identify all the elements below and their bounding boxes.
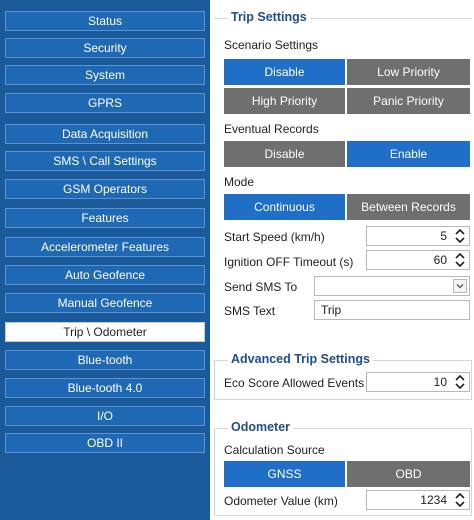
eventual-disable-button[interactable]: Disable (224, 141, 345, 167)
send-sms-to-select[interactable] (314, 276, 470, 296)
sidebar-item-system[interactable]: System (5, 65, 205, 85)
up-down-arrows-icon[interactable] (455, 374, 465, 390)
sidebar-item-trip-odometer[interactable]: Trip \ Odometer (5, 322, 205, 342)
settings-panel: Trip Settings Scenario Settings Disable … (212, 0, 474, 520)
sidebar-item-blue-tooth[interactable]: Blue-tooth (5, 350, 205, 370)
start-speed-input[interactable]: 5 (366, 226, 470, 246)
sidebar-item-gsm-operators[interactable]: GSM Operators (5, 179, 205, 199)
mode-continuous-button[interactable]: Continuous (224, 194, 345, 220)
eventual-records-label: Eventual Records (224, 122, 319, 136)
eco-score-allowed-events-value: 10 (433, 375, 447, 389)
sidebar-item-status[interactable]: Status (5, 11, 205, 31)
up-down-arrows-icon[interactable] (455, 492, 465, 508)
odometer-value-label: Odometer Value (km) (224, 494, 338, 508)
chevron-down-icon[interactable] (453, 279, 467, 293)
sidebar-item-accelerometer-features[interactable]: Accelerometer Features (5, 237, 205, 257)
sidebar-item-auto-geofence[interactable]: Auto Geofence (5, 265, 205, 285)
scenario-low-priority-button[interactable]: Low Priority (347, 59, 470, 85)
eco-score-allowed-events-label: Eco Score Allowed Events (224, 376, 365, 390)
up-down-arrows-icon[interactable] (455, 228, 465, 244)
odometer-value-input[interactable]: 1234 (366, 490, 470, 510)
ignition-off-timeout-label: Ignition OFF Timeout (s) (224, 255, 354, 269)
sidebar-nav: Status Security System GPRS Data Acquisi… (0, 0, 210, 520)
calculation-source-label: Calculation Source (224, 443, 325, 457)
sidebar-item-gprs[interactable]: GPRS (5, 93, 205, 113)
scenario-panic-priority-button[interactable]: Panic Priority (347, 88, 470, 114)
scenario-settings-label: Scenario Settings (224, 38, 319, 52)
odometer-value: 1234 (420, 493, 447, 507)
sidebar-item-blue-tooth-4[interactable]: Blue-tooth 4.0 (5, 378, 205, 398)
odometer-title: Odometer (228, 420, 294, 434)
ignition-off-timeout-value: 60 (433, 253, 447, 267)
eventual-enable-button[interactable]: Enable (347, 141, 470, 167)
sidebar-item-features[interactable]: Features (5, 208, 205, 228)
trip-settings-title: Trip Settings (228, 10, 310, 24)
start-speed-label: Start Speed (km/h) (224, 230, 325, 244)
send-sms-to-label: Send SMS To (224, 280, 298, 294)
advanced-trip-settings-title: Advanced Trip Settings (228, 352, 373, 366)
scenario-disable-button[interactable]: Disable (224, 59, 345, 85)
ignition-off-timeout-input[interactable]: 60 (366, 250, 470, 270)
mode-label: Mode (224, 175, 255, 189)
sms-text-label: SMS Text (224, 304, 276, 318)
calculation-gnss-button[interactable]: GNSS (224, 461, 345, 487)
eco-score-allowed-events-input[interactable]: 10 (366, 372, 470, 392)
start-speed-value: 5 (440, 229, 447, 243)
sidebar-item-sms-call-settings[interactable]: SMS \ Call Settings (5, 151, 205, 171)
scenario-high-priority-button[interactable]: High Priority (224, 88, 345, 114)
sidebar-item-data-acquisition[interactable]: Data Acquisition (5, 124, 205, 144)
mode-between-records-button[interactable]: Between Records (347, 194, 470, 220)
sidebar-item-security[interactable]: Security (5, 38, 205, 58)
sidebar-item-obd-ii[interactable]: OBD II (5, 433, 205, 453)
sms-text-input[interactable]: Trip (314, 300, 470, 320)
sidebar-item-io[interactable]: I/O (5, 406, 205, 426)
up-down-arrows-icon[interactable] (455, 252, 465, 268)
sidebar-item-manual-geofence[interactable]: Manual Geofence (5, 293, 205, 313)
calculation-obd-button[interactable]: OBD (347, 461, 470, 487)
